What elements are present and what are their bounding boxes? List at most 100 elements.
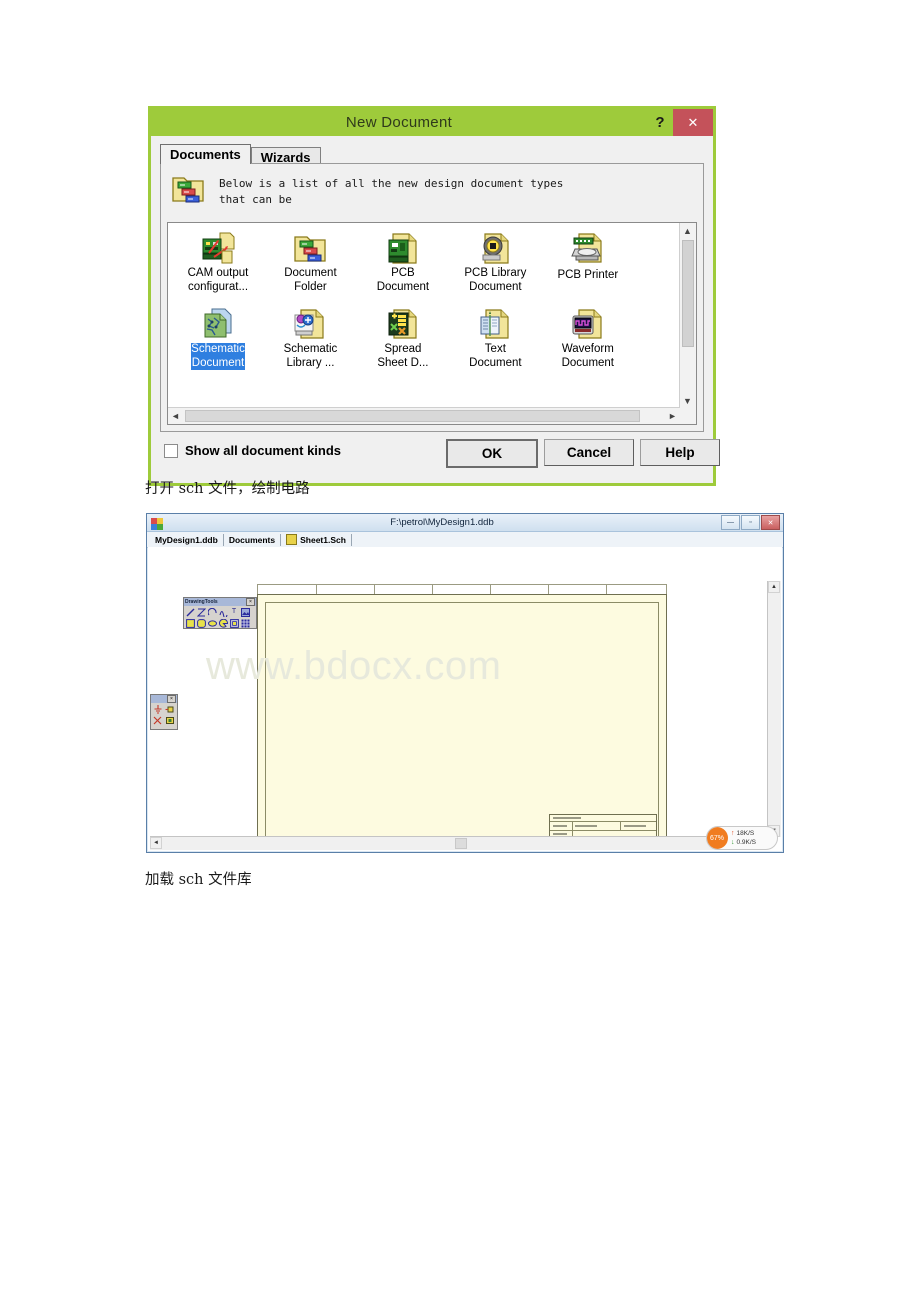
checkbox-box-icon[interactable] (164, 443, 178, 458)
documents-horizontal-scrollbar[interactable]: ◄ ► (168, 407, 680, 424)
dialog-footer: Show all document kinds OK Cancel Help (160, 434, 720, 474)
schematic-vertical-scrollbar[interactable]: ▲ ▼ (767, 581, 781, 837)
tab-documents[interactable]: Documents (160, 144, 251, 164)
vertical-scroll-thumb[interactable] (682, 240, 694, 347)
drawing-tools-row-2 (185, 618, 255, 628)
horizontal-ruler (257, 584, 667, 594)
tab-wizards[interactable]: Wizards (250, 147, 321, 165)
show-all-document-kinds-checkbox[interactable]: Show all document kinds (164, 443, 345, 458)
doc-item-schematic-document[interactable]: Schematic Document (174, 305, 262, 377)
network-speed-overlay[interactable]: 67% ↑ 18K/S ↓ 0.9K/S (706, 826, 778, 850)
doc-item-schematic-library[interactable]: Schematic Library ... (266, 305, 354, 377)
doc-item-label: PCB Library Document (464, 267, 527, 293)
protel-window-title: F:\petrol\MyDesign1.ddb (390, 517, 494, 528)
drawing-tools-title: DrawingTools (185, 599, 218, 605)
maximize-icon[interactable]: ▫ (741, 515, 760, 530)
doc-item-label: Schematic Library ... (283, 343, 338, 369)
upload-speed-value: 18K/S (736, 830, 755, 837)
bezier-tool-icon[interactable] (218, 607, 228, 617)
image-tool-icon[interactable] (240, 607, 250, 617)
doc-item-waveform-document[interactable]: Waveform Document (544, 305, 632, 377)
power-objects-palette[interactable]: × (150, 694, 178, 730)
spreadsheet-document-icon (359, 305, 447, 341)
help-question-icon[interactable]: ? (647, 114, 673, 131)
show-all-document-kinds-label: Show all document kinds (185, 443, 342, 458)
protel-tab-mydesign1[interactable]: MyDesign1.ddb (150, 533, 224, 546)
download-speed-row: ↓ 0.9K/S (731, 838, 756, 847)
array-tool-icon[interactable] (240, 618, 250, 628)
doc-item-pcb-printer[interactable]: PCB Printer (544, 229, 632, 301)
scroll-right-icon[interactable]: ► (665, 408, 680, 423)
documents-vertical-scrollbar[interactable]: ▲ ▼ (679, 223, 696, 408)
text-tool-icon[interactable]: T (229, 607, 239, 617)
cancel-button[interactable]: Cancel (544, 439, 634, 466)
protel-client-area: www.bdocx.com DrawingTools × T × ▲ ◄ 67%… (148, 547, 782, 851)
close-icon[interactable]: ✕ (761, 515, 780, 530)
rectangle-tool-icon[interactable] (185, 618, 195, 628)
doc-item-spreadsheet-document[interactable]: Spread Sheet D... (359, 305, 447, 377)
doc-item-label: CAM output configurat... (187, 267, 249, 293)
power-objects-row-1 (152, 704, 176, 714)
doc-item-pcb-document[interactable]: PCB Document (359, 229, 447, 301)
arc-tool-icon[interactable] (207, 607, 217, 617)
help-button[interactable]: Help (640, 439, 720, 466)
protel-design-explorer-window: F:\petrol\MyDesign1.ddb — ▫ ✕ MyDesign1.… (146, 513, 784, 853)
ok-button[interactable]: OK (446, 439, 538, 468)
schematic-sheet[interactable] (257, 594, 667, 837)
ellipse-tool-icon[interactable] (207, 618, 217, 628)
port-tool-icon[interactable] (164, 715, 175, 725)
document-folder-icon (266, 229, 354, 265)
waveform-document-icon (544, 305, 632, 341)
frame-tool-icon[interactable] (229, 618, 239, 628)
horizontal-scroll-thumb[interactable] (185, 410, 640, 422)
doc-item-cam-output[interactable]: CAM output configurat... (174, 229, 262, 301)
minimize-icon[interactable]: — (721, 515, 740, 530)
protel-tab-label: Documents (228, 534, 276, 545)
scroll-up-icon[interactable]: ▲ (768, 581, 780, 593)
scrollbar-corner (680, 408, 696, 424)
horizontal-scroll-thumb[interactable] (455, 838, 467, 849)
schematic-sheet-border (265, 602, 659, 837)
documents-tab-pane: Below is a list of all the new design do… (160, 163, 704, 432)
scroll-down-icon[interactable]: ▼ (680, 393, 695, 408)
text-document-icon (451, 305, 539, 341)
drawing-tools-buttons: T (184, 606, 256, 630)
power-tool-icon[interactable] (164, 704, 175, 714)
protel-tabbar: MyDesign1.ddb Documents Sheet1.Sch (147, 532, 783, 548)
dialog-body: Documents Wizards Below is a list of all… (154, 136, 720, 480)
pcb-library-icon (451, 229, 539, 265)
close-icon[interactable]: × (167, 695, 176, 703)
netlabel-tool-icon[interactable] (152, 715, 163, 725)
schematic-document-icon (174, 305, 262, 341)
protel-tab-sheet1-sch[interactable]: Sheet1.Sch (281, 533, 352, 546)
download-arrow-icon: ↓ (731, 839, 735, 846)
doc-item-pcb-library[interactable]: PCB Library Document (451, 229, 539, 301)
upload-arrow-icon: ↑ (731, 830, 735, 837)
doc-item-document-folder[interactable]: Document Folder (266, 229, 354, 301)
power-objects-buttons (151, 703, 177, 727)
scroll-up-icon[interactable]: ▲ (680, 223, 695, 238)
schematic-editor-canvas[interactable]: www.bdocx.com DrawingTools × T × (150, 549, 768, 837)
scroll-left-icon[interactable]: ◄ (150, 837, 162, 849)
line-tool-icon[interactable] (185, 607, 195, 617)
protel-tab-label: Sheet1.Sch (300, 534, 346, 545)
scroll-left-icon[interactable]: ◄ (168, 408, 183, 423)
drawing-tools-palette[interactable]: DrawingTools × T (183, 597, 257, 629)
schematic-library-icon (266, 305, 354, 341)
round-rect-tool-icon[interactable] (196, 618, 206, 628)
doc-item-label: PCB Printer (557, 269, 619, 281)
close-icon[interactable]: ✕ (673, 109, 713, 136)
schematic-horizontal-scrollbar[interactable]: ◄ ► (150, 836, 768, 850)
caption-open-sch-file: 打开 sch 文件，绘制电路 (145, 481, 310, 497)
schematic-sheet-icon (286, 534, 298, 545)
upload-speed-row: ↑ 18K/S (731, 829, 756, 838)
ground-tool-icon[interactable] (152, 704, 163, 714)
protel-tab-documents[interactable]: Documents (224, 533, 282, 546)
pie-tool-icon[interactable] (218, 618, 228, 628)
close-icon[interactable]: × (246, 598, 255, 606)
doc-item-text-document[interactable]: Text Document (451, 305, 539, 377)
drawing-tools-row-1: T (185, 607, 255, 617)
hint-row: Below is a list of all the new design do… (161, 164, 703, 213)
polyline-tool-icon[interactable] (196, 607, 206, 617)
doc-item-label: Spread Sheet D... (377, 343, 429, 369)
